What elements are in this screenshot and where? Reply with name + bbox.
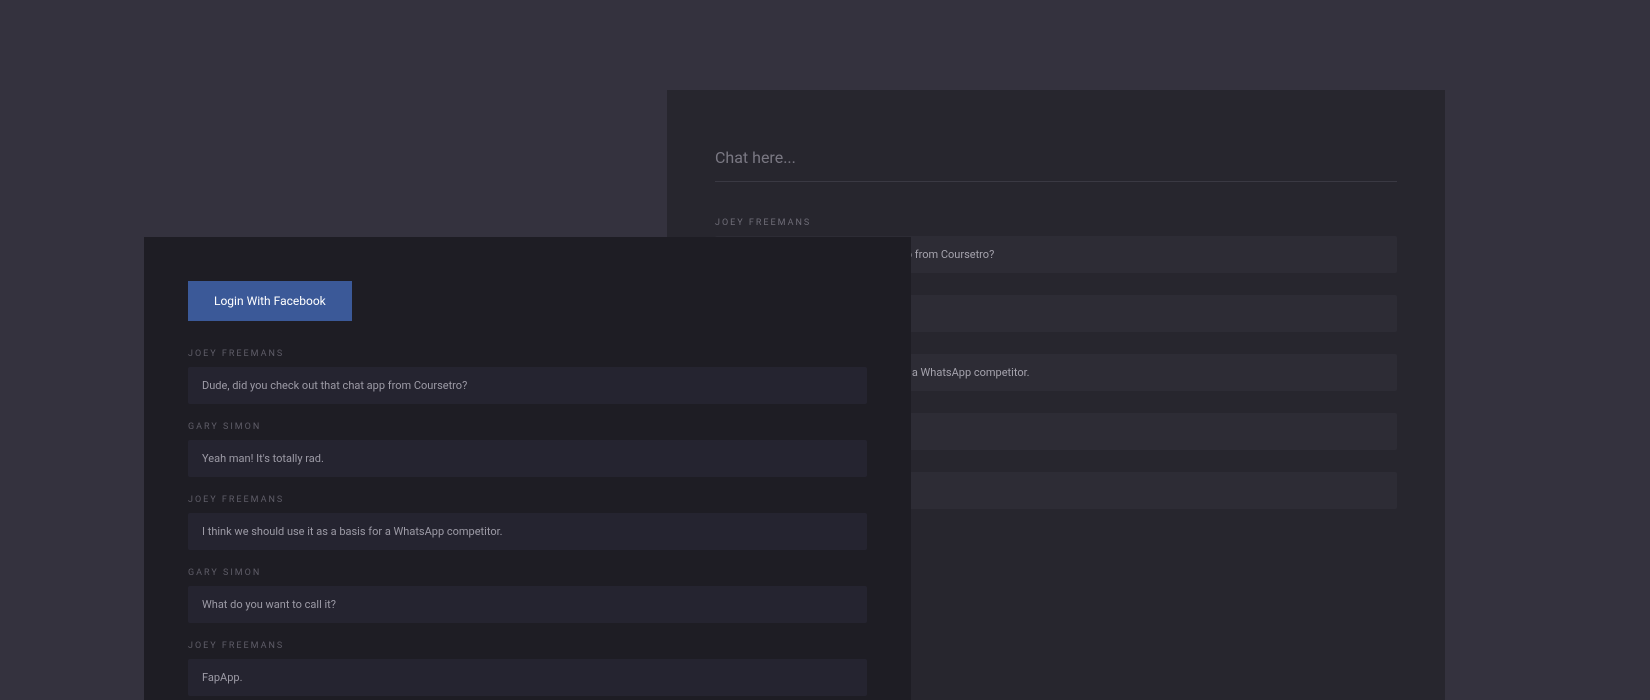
message-bubble: FapApp. — [188, 659, 867, 696]
message-author: GARY SIMON — [188, 422, 867, 432]
message-author: JOEY FREEMANS — [188, 495, 867, 505]
message-bubble: What do you want to call it? — [188, 586, 867, 623]
chat-input[interactable] — [715, 140, 1397, 182]
message-bubble: Yeah man! It's totally rad. — [188, 440, 867, 477]
message-author: JOEY FREEMANS — [188, 349, 867, 359]
front-message-list: JOEY FREEMANS Dude, did you check out th… — [188, 349, 867, 696]
chat-panel-front: Login With Facebook JOEY FREEMANS Dude, … — [144, 237, 911, 700]
message-author: JOEY FREEMANS — [715, 218, 1397, 228]
login-facebook-button[interactable]: Login With Facebook — [188, 281, 352, 321]
message-bubble: Dude, did you check out that chat app fr… — [188, 367, 867, 404]
message-bubble: I think we should use it as a basis for … — [188, 513, 867, 550]
message-author: JOEY FREEMANS — [188, 641, 867, 651]
message-author: GARY SIMON — [188, 568, 867, 578]
